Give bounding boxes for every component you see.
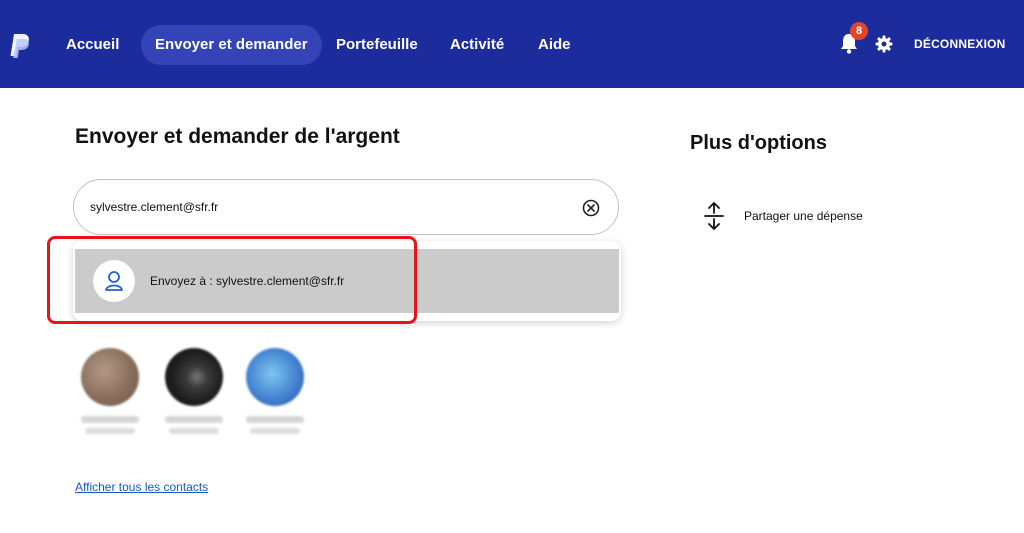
paypal-logo-icon[interactable] bbox=[8, 33, 30, 59]
page-title: Envoyer et demander de l'argent bbox=[75, 125, 400, 148]
nav-item-aide[interactable]: Aide bbox=[538, 25, 571, 65]
recipient-search-input[interactable] bbox=[90, 194, 560, 220]
contact-detail-blurred bbox=[169, 428, 219, 434]
contact-name-blurred bbox=[165, 416, 223, 423]
suggestion-label: Envoyez à : sylvestre.clement@sfr.fr bbox=[150, 274, 345, 288]
split-expense-option[interactable]: Partager une dépense bbox=[703, 200, 903, 232]
gear-icon[interactable] bbox=[875, 35, 893, 53]
contact-detail-blurred bbox=[250, 428, 300, 434]
avatar bbox=[246, 348, 304, 406]
notification-badge: 8 bbox=[850, 22, 868, 40]
recipient-search-box bbox=[73, 179, 619, 235]
send-to-suggestion[interactable]: Envoyez à : sylvestre.clement@sfr.fr bbox=[75, 249, 619, 313]
contact-detail-blurred bbox=[85, 428, 135, 434]
split-expense-label: Partager une dépense bbox=[744, 209, 863, 223]
suggestion-dropdown: Envoyez à : sylvestre.clement@sfr.fr bbox=[73, 241, 621, 321]
user-icon bbox=[105, 271, 123, 291]
suggestion-avatar bbox=[93, 260, 135, 302]
more-options-title: Plus d'options bbox=[690, 132, 827, 154]
nav-item-activite[interactable]: Activité bbox=[450, 25, 504, 65]
nav-item-portefeuille[interactable]: Portefeuille bbox=[336, 25, 418, 65]
contact-name-blurred bbox=[246, 416, 304, 423]
split-arrows-icon bbox=[704, 202, 724, 230]
avatar bbox=[81, 348, 139, 406]
nav-item-accueil[interactable]: Accueil bbox=[66, 25, 119, 65]
contact-item[interactable] bbox=[244, 348, 306, 434]
contact-item[interactable] bbox=[163, 348, 225, 434]
contact-name-blurred bbox=[81, 416, 139, 423]
clear-search-icon[interactable] bbox=[582, 199, 600, 217]
nav-item-envoyer-et-demander[interactable]: Envoyer et demander bbox=[141, 25, 322, 65]
contact-item[interactable] bbox=[79, 348, 141, 434]
top-nav-bar: Accueil Envoyer et demander Portefeuille… bbox=[0, 0, 1024, 88]
show-all-contacts-link[interactable]: Afficher tous les contacts bbox=[75, 480, 208, 494]
avatar bbox=[165, 348, 223, 406]
logout-link[interactable]: DÉCONNEXION bbox=[914, 37, 1006, 51]
